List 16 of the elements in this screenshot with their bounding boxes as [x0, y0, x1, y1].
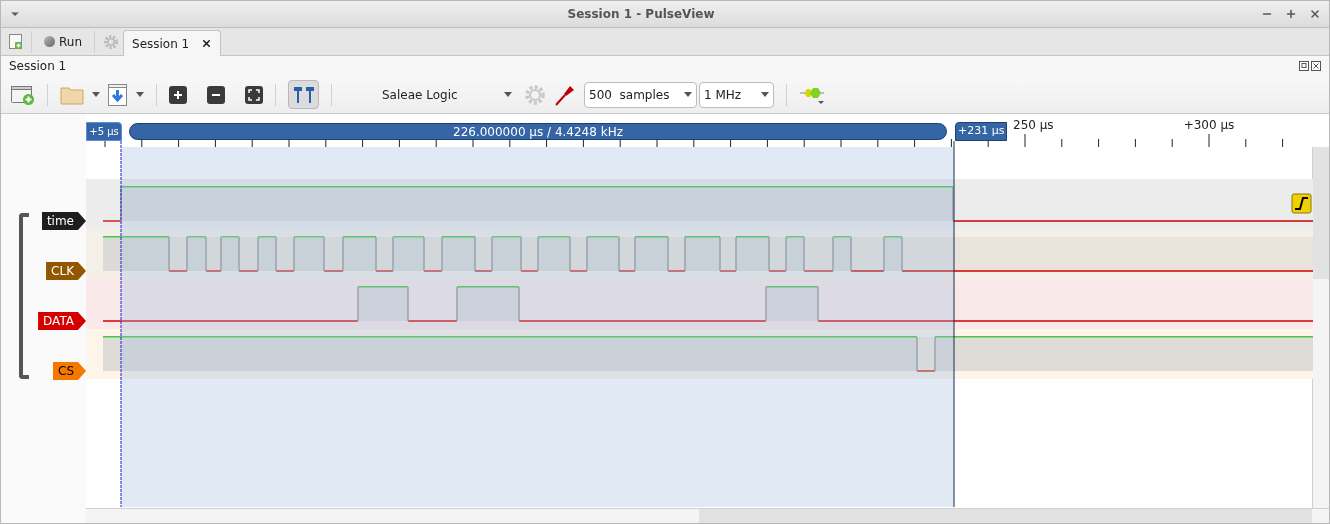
- channel-label[interactable]: time: [41, 212, 86, 230]
- channel-label[interactable]: CLK: [46, 262, 86, 280]
- channel-label[interactable]: DATA: [38, 312, 86, 330]
- ruler-label: +300 µs: [1183, 118, 1235, 132]
- ruler-label: 250 µs: [1013, 118, 1054, 132]
- channel-label[interactable]: CS: [53, 362, 86, 380]
- sample-count-combo[interactable]: 500 samples: [584, 81, 697, 108]
- session-title: Session 1: [9, 58, 68, 75]
- session-tab[interactable]: Session 1: [123, 30, 222, 56]
- cursor-marker[interactable]: +231 µs: [955, 122, 1008, 141]
- device-selector[interactable]: Saleae Logic: [344, 81, 516, 108]
- cursor-span-bar[interactable]: 226.000000 µs / 4.4248 kHz: [129, 123, 947, 140]
- window-title: Session 1 - PulseView: [566, 6, 716, 23]
- cursor-marker[interactable]: +5 µs: [86, 122, 122, 141]
- run-button[interactable]: Run: [40, 32, 86, 51]
- sample-rate-combo[interactable]: 1 MHz: [699, 81, 774, 108]
